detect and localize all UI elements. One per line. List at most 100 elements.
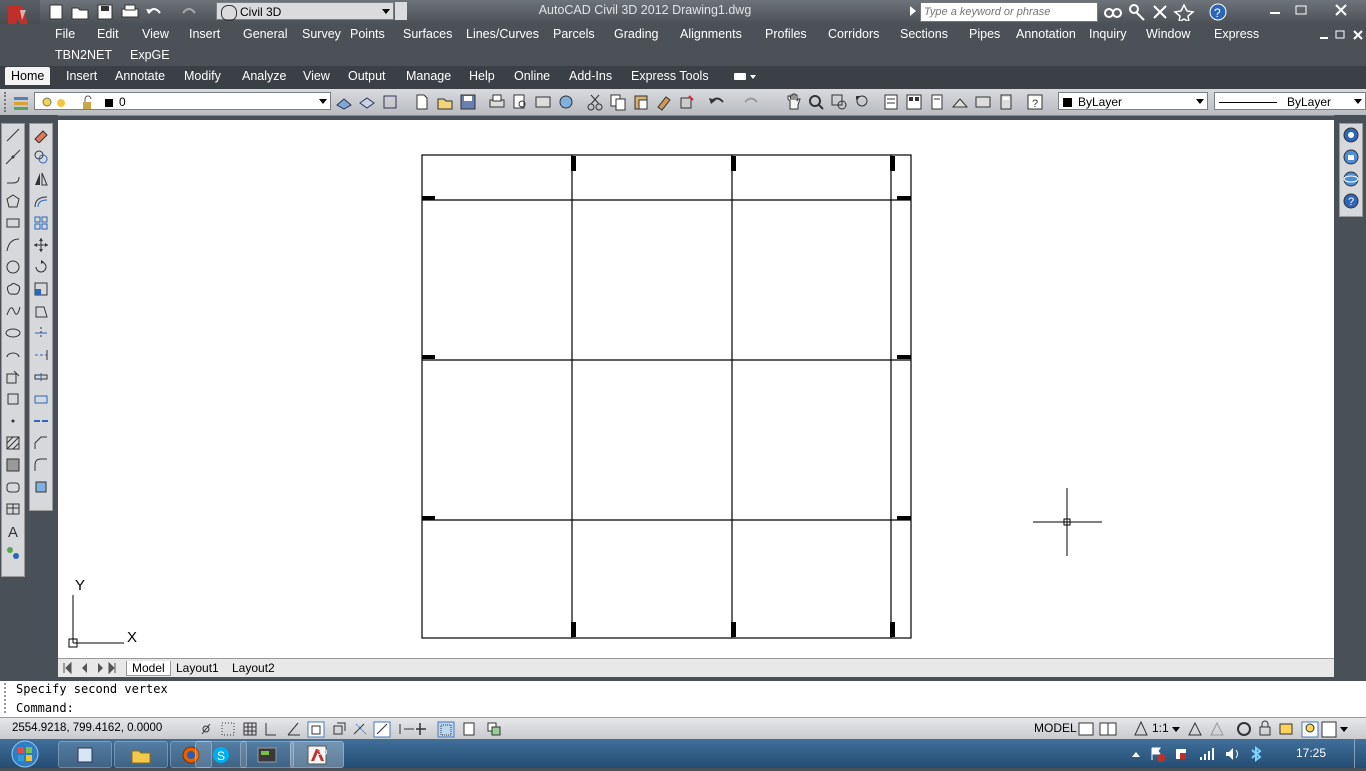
menu-express[interactable]: Express xyxy=(1214,27,1259,41)
add-selected-icon[interactable] xyxy=(2,542,24,564)
revision-cloud-icon[interactable] xyxy=(2,278,24,300)
document-window-controls[interactable] xyxy=(1318,28,1364,42)
binoculars-icon[interactable] xyxy=(1104,8,1122,18)
break-icon[interactable] xyxy=(30,388,52,410)
new-icon[interactable] xyxy=(49,4,63,20)
grid-display-icon[interactable] xyxy=(243,722,257,736)
tab-layout2[interactable]: Layout2 xyxy=(232,661,275,675)
make-block-icon[interactable] xyxy=(2,388,24,410)
taskbar-terminal-icon[interactable] xyxy=(240,741,294,768)
open-icon[interactable] xyxy=(71,7,89,20)
workspace-dropdown[interactable]: Civil 3D xyxy=(216,2,394,21)
taskbar-autocad-button[interactable]: 3D xyxy=(290,741,344,768)
make-current-layer-icon[interactable] xyxy=(335,93,353,111)
toolbar-menu-button[interactable] xyxy=(395,2,407,20)
tray-app-icon[interactable] xyxy=(1176,749,1186,759)
tab-help[interactable]: Help xyxy=(469,69,495,83)
annotation-scale-value[interactable]: 1:1 xyxy=(1152,721,1169,735)
block-editor-icon[interactable] xyxy=(678,93,696,111)
tab-modify[interactable]: Modify xyxy=(184,69,221,83)
search-input[interactable] xyxy=(920,2,1098,22)
spline-icon[interactable] xyxy=(2,300,24,322)
rectangle-icon[interactable] xyxy=(2,212,24,234)
model-space-toggle[interactable]: MODEL xyxy=(1034,721,1077,735)
auto-scale-icon[interactable] xyxy=(1210,721,1224,736)
tab-output[interactable]: Output xyxy=(348,69,386,83)
dynamic-ucs-icon[interactable] xyxy=(373,721,391,738)
table-icon[interactable] xyxy=(2,498,24,520)
extend-icon[interactable] xyxy=(30,344,52,366)
properties-icon[interactable] xyxy=(882,93,900,111)
show-hidden-icons-icon[interactable] xyxy=(1132,752,1140,757)
design-center-icon[interactable] xyxy=(905,93,923,111)
mirror-icon[interactable] xyxy=(30,168,52,190)
key-icon[interactable] xyxy=(1129,4,1145,21)
help-icon[interactable]: ? xyxy=(1026,93,1044,111)
menu-edit[interactable]: Edit xyxy=(97,27,119,41)
transparency-icon[interactable] xyxy=(437,721,455,738)
arc-icon[interactable] xyxy=(2,234,24,256)
offset-icon[interactable] xyxy=(30,190,52,212)
publish-icon[interactable] xyxy=(534,93,552,111)
redo-icon[interactable] xyxy=(743,93,761,111)
break-at-point-icon[interactable] xyxy=(30,366,52,388)
sheet-set-icon[interactable] xyxy=(951,93,969,111)
clean-screen-icon[interactable] xyxy=(1321,721,1348,738)
rotate-icon[interactable] xyxy=(30,256,52,278)
menu-inquiry[interactable]: Inquiry xyxy=(1089,27,1127,41)
menu-insert[interactable]: Insert xyxy=(189,27,220,41)
layer-state-icon[interactable] xyxy=(381,93,399,111)
plot-preview-icon[interactable] xyxy=(511,93,529,111)
menu-annotation[interactable]: Annotation xyxy=(1016,27,1076,41)
volume-icon[interactable] xyxy=(1226,748,1238,760)
fillet-icon[interactable] xyxy=(30,454,52,476)
stretch-icon[interactable] xyxy=(30,300,52,322)
menu-window[interactable]: Window xyxy=(1146,27,1190,41)
join-icon[interactable] xyxy=(30,410,52,432)
markup-icon[interactable] xyxy=(974,93,992,111)
network-icon[interactable] xyxy=(1200,748,1214,760)
showmotion-icon[interactable] xyxy=(1340,146,1362,168)
tab-add-ins[interactable]: Add-Ins xyxy=(569,69,612,83)
object-snap-icon[interactable] xyxy=(307,721,325,738)
snap-mode-icon[interactable] xyxy=(221,722,235,736)
save-icon[interactable] xyxy=(459,93,477,111)
match-properties-icon[interactable] xyxy=(655,93,673,111)
tab-annotate[interactable]: Annotate xyxy=(115,69,165,83)
tab-layout1[interactable]: Layout1 xyxy=(176,661,219,675)
line-icon[interactable] xyxy=(2,124,24,146)
print-icon[interactable] xyxy=(121,4,139,18)
undo-icon[interactable] xyxy=(707,93,725,111)
color-dropdown[interactable]: ByLayer xyxy=(1058,92,1208,110)
menu-points[interactable]: Points xyxy=(350,27,385,41)
chamfer-icon[interactable] xyxy=(30,432,52,454)
region-icon[interactable] xyxy=(2,476,24,498)
dwf-icon[interactable] xyxy=(557,93,575,111)
show-desktop-button[interactable] xyxy=(1354,739,1366,768)
annotation-visibility-icon[interactable] xyxy=(1188,721,1202,736)
multiline-text-icon[interactable]: A xyxy=(2,520,24,542)
tab-navigation-arrows[interactable] xyxy=(62,661,116,675)
zoom-previous-icon[interactable] xyxy=(853,93,871,111)
circle-icon[interactable] xyxy=(2,256,24,278)
point-icon[interactable] xyxy=(2,410,24,432)
menu-alignments[interactable]: Alignments xyxy=(680,27,742,41)
layout-view-buttons[interactable] xyxy=(1076,720,1120,738)
help-icon[interactable]: ? xyxy=(1340,190,1362,212)
array-icon[interactable] xyxy=(30,212,52,234)
annotation-scale-icon[interactable] xyxy=(1132,720,1150,738)
dynamic-input-icon[interactable] xyxy=(399,724,414,734)
construction-line-icon[interactable] xyxy=(2,146,24,168)
object-snap-tracking-icon[interactable] xyxy=(353,723,367,735)
tab-manage[interactable]: Manage xyxy=(406,69,451,83)
polygon-icon[interactable] xyxy=(2,190,24,212)
menu-pipes[interactable]: Pipes xyxy=(969,27,1000,41)
calculator-icon[interactable] xyxy=(997,93,1015,111)
trim-icon[interactable] xyxy=(30,322,52,344)
erase-icon[interactable] xyxy=(30,124,52,146)
hatch-icon[interactable] xyxy=(2,432,24,454)
infer-constraints-icon[interactable] xyxy=(201,723,211,735)
start-button[interactable] xyxy=(4,739,46,768)
ellipse-icon[interactable] xyxy=(2,322,24,344)
polar-tracking-icon[interactable] xyxy=(287,722,300,736)
